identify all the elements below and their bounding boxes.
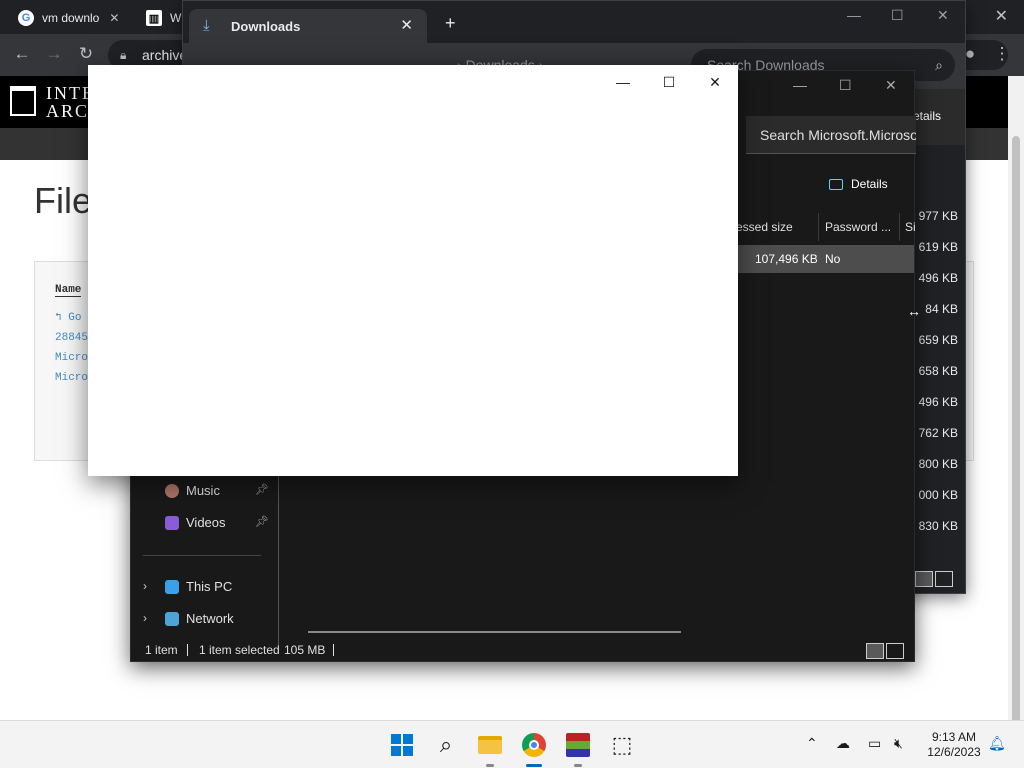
close-icon[interactable]: ✕	[937, 7, 949, 24]
chrome-tab-label: vm downlo	[42, 11, 100, 25]
reload-icon[interactable]: ↻	[76, 44, 96, 64]
page-scrollbar[interactable]	[1008, 76, 1024, 736]
maximize-icon[interactable]: ☐	[654, 71, 684, 93]
file-link[interactable]: Micro	[55, 352, 88, 364]
nav-scrollbar[interactable]	[278, 476, 279, 646]
size-cell: 762 KB	[918, 426, 958, 440]
column-header-row: essed size Password ... Si	[736, 213, 916, 241]
chevron-right-icon[interactable]: ›	[143, 579, 147, 593]
view-toggle	[915, 569, 965, 591]
size-cell: 977 KB	[918, 209, 958, 223]
search-icon[interactable]: ⌕	[430, 729, 462, 761]
minimize-icon[interactable]: —	[793, 77, 807, 93]
tiles-view-icon[interactable]	[935, 571, 953, 587]
music-icon	[165, 484, 179, 498]
chevron-right-icon[interactable]: ›	[143, 611, 147, 625]
close-icon[interactable]: ✕	[109, 11, 119, 25]
resize-cursor-icon: ↔	[907, 303, 921, 319]
network-tray-icon[interactable]: ▭	[868, 735, 881, 752]
column-header-password[interactable]: Password ...	[825, 220, 891, 234]
size-cell: 619 KB	[918, 240, 958, 254]
table-row[interactable]: 107,496 KB No	[736, 245, 914, 273]
nav-divider	[143, 555, 261, 556]
close-icon[interactable]: ✕	[700, 71, 730, 93]
scrollbar-thumb[interactable]	[1012, 136, 1020, 736]
volume-muted-icon[interactable]: 🔇︎	[894, 735, 903, 752]
size-cell: 496 KB	[918, 395, 958, 409]
chrome-icon[interactable]	[518, 729, 550, 767]
google-icon: G	[18, 10, 34, 26]
winrar-icon[interactable]	[562, 729, 594, 767]
pin-icon[interactable]: 📌︎	[255, 483, 269, 496]
file-link[interactable]: 28845	[55, 332, 88, 344]
chevron-up-icon[interactable]: ⌃	[806, 735, 818, 752]
details-button[interactable]: Details	[829, 177, 888, 191]
status-size: 105 MB	[284, 643, 326, 657]
file-explorer-icon[interactable]	[474, 729, 506, 767]
details-view-icon[interactable]	[866, 643, 884, 659]
status-bar: 1 item 1 item selected 105 MB	[131, 639, 914, 661]
sidebar-item-music[interactable]: Music 📌︎	[131, 477, 278, 505]
download-icon: ⤓	[203, 17, 210, 34]
start-icon[interactable]	[386, 729, 418, 761]
package-icon[interactable]: ⬚	[606, 729, 638, 761]
notification-bell-icon[interactable]: 🔔︎	[988, 735, 1006, 752]
search-input[interactable]: Search Microsoft.Microso	[746, 116, 916, 154]
column-header-compressed-size[interactable]: essed size	[736, 220, 793, 234]
clock[interactable]: 9:13 AM 12/6/2023	[922, 730, 986, 760]
details-pane-icon	[829, 179, 843, 191]
close-icon[interactable]: ✕	[885, 77, 897, 94]
status-selected: 1 item selected	[199, 643, 280, 657]
view-toggle	[866, 641, 912, 659]
close-tab-icon[interactable]: ✕	[400, 16, 413, 34]
menu-icon[interactable]: ⋮	[992, 44, 1012, 64]
maximize-icon[interactable]: ☐	[839, 77, 852, 94]
blank-window[interactable]: — ☐ ✕	[88, 65, 738, 476]
tab-label: Downloads	[231, 19, 301, 34]
search-icon: ⌕	[935, 57, 943, 73]
chrome-tab-archive[interactable]: ▥ Wi	[136, 4, 186, 32]
network-icon	[165, 612, 179, 626]
status-item-count: 1 item	[145, 643, 178, 657]
size-cell: 84 KB	[925, 302, 958, 316]
size-cell: 830 KB	[918, 519, 958, 533]
tiles-view-icon[interactable]	[886, 643, 904, 659]
internet-archive-logo-icon[interactable]	[10, 86, 36, 116]
file-link-parent[interactable]: ↰ Go	[55, 310, 81, 324]
sidebar-item-videos[interactable]: Videos 📌︎	[131, 509, 278, 537]
size-cell: 659 KB	[918, 333, 958, 347]
sidebar-item-this-pc[interactable]: › This PC	[131, 573, 278, 601]
file-link[interactable]: Micro	[55, 372, 88, 384]
password-cell: No	[825, 252, 841, 266]
column-header-size[interactable]: Si	[905, 220, 916, 234]
page-title: File	[34, 180, 93, 221]
forward-icon[interactable]: →	[44, 44, 64, 64]
onedrive-icon[interactable]: ☁	[836, 735, 850, 752]
internet-archive-icon: ▥	[146, 10, 162, 26]
size-cell: 800 KB	[918, 457, 958, 471]
horizontal-scrollbar[interactable]	[308, 631, 681, 633]
column-header-name[interactable]: Name	[55, 284, 82, 297]
tab-downloads[interactable]: ⤓ Downloads ✕	[189, 9, 427, 43]
address-text: archive	[142, 47, 188, 63]
close-icon[interactable]: ✕	[995, 6, 1008, 26]
compressed-size-cell: 107,496 KB	[755, 252, 818, 266]
details-view-icon[interactable]	[915, 571, 933, 587]
size-cell: 658 KB	[918, 364, 958, 378]
taskbar: ⌕ ⬚ ⌃ ☁ ▭ 🔇︎ 9:13 AM 12/6/2023 🔔︎	[0, 720, 1024, 768]
back-icon[interactable]: ←	[12, 44, 32, 64]
maximize-icon[interactable]: ☐	[891, 7, 904, 24]
pin-icon[interactable]: 📌︎	[255, 515, 269, 528]
videos-icon	[165, 516, 179, 530]
computer-icon	[165, 580, 179, 594]
size-cell: 496 KB	[918, 271, 958, 285]
minimize-icon[interactable]: —	[847, 7, 861, 23]
sidebar-item-network[interactable]: › Network	[131, 605, 278, 633]
new-tab-icon[interactable]: +	[445, 13, 456, 34]
chrome-tab-google[interactable]: G vm downlo ✕	[8, 4, 132, 32]
details-label[interactable]: etails	[913, 109, 941, 123]
minimize-icon[interactable]: —	[608, 71, 638, 93]
size-cell: 000 KB	[918, 488, 958, 502]
